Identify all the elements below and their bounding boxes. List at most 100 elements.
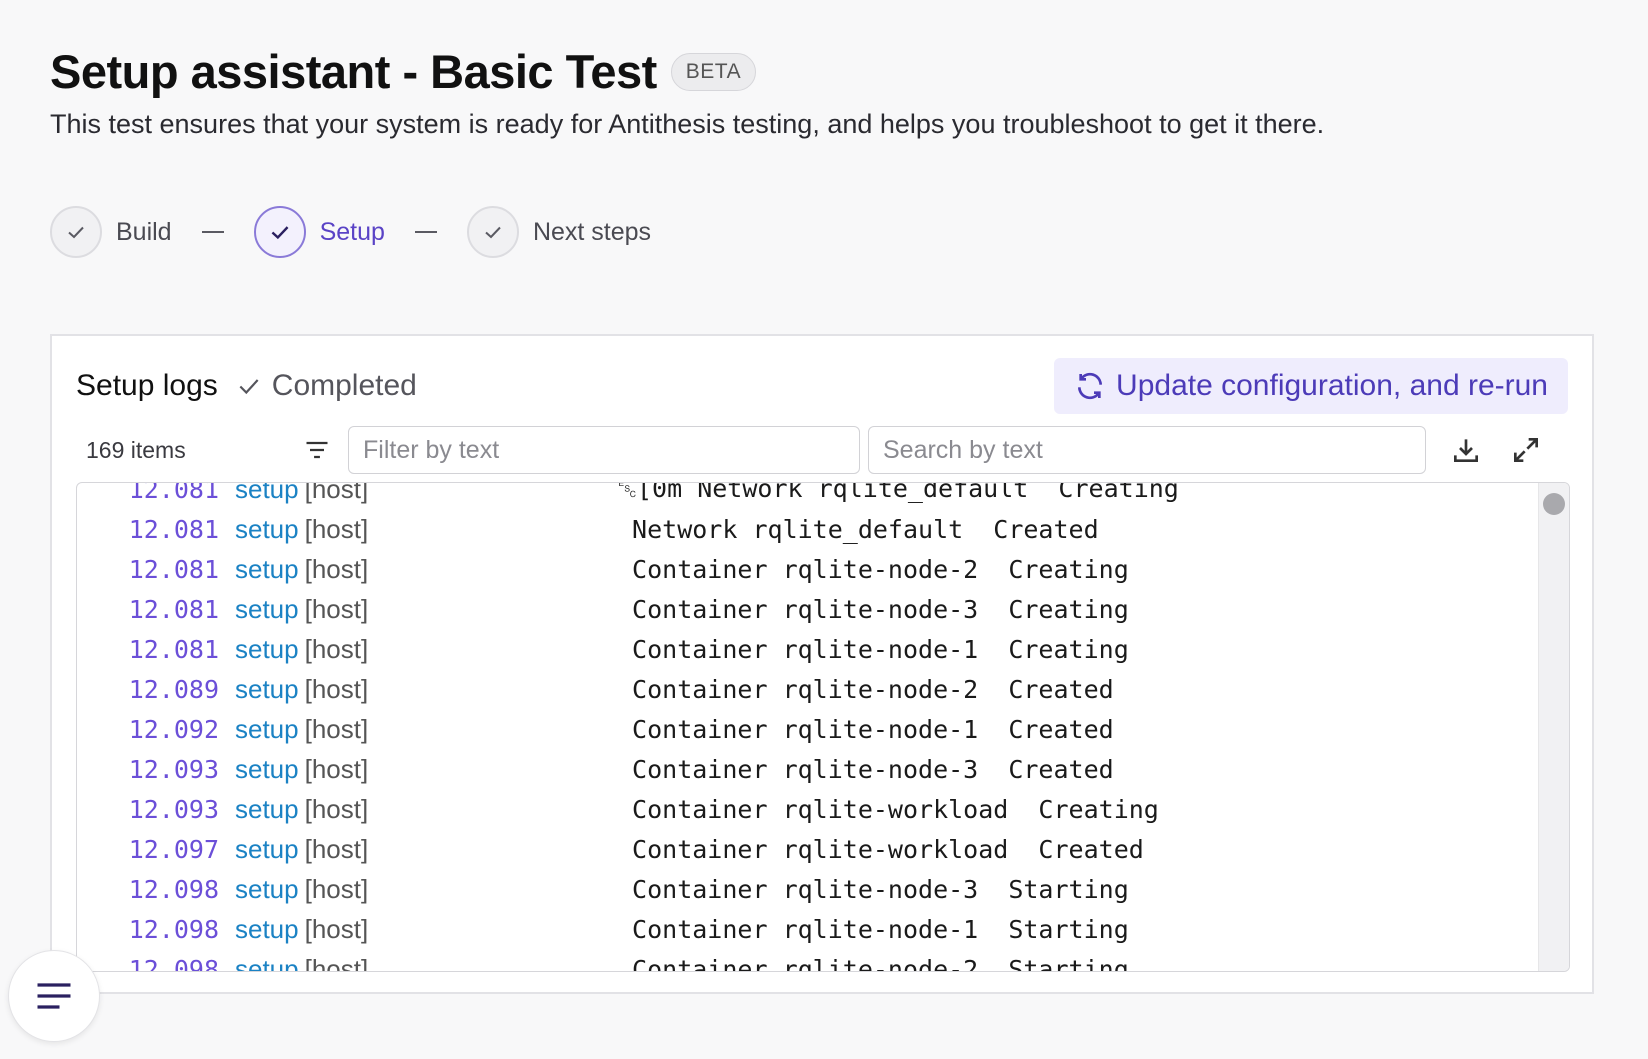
log-tag: [host] <box>304 913 369 944</box>
log-timestamp: 12.098 <box>128 954 219 972</box>
step-label: Next steps <box>532 217 652 246</box>
scroll-thumb[interactable] <box>1543 493 1565 515</box>
panel-title: Setup logs <box>76 369 218 402</box>
page-subtitle: This test ensures that your system is re… <box>50 109 1325 139</box>
log-source: setup <box>235 833 299 864</box>
log-message: Container rqlite-node-2 Starting <box>617 954 1129 972</box>
check-icon <box>271 226 289 240</box>
log-timestamp: 12.097 <box>128 834 219 864</box>
log-source: setup <box>235 793 299 824</box>
item-count: 169 items <box>86 436 186 463</box>
filter-lines-icon[interactable] <box>302 435 332 465</box>
scrollbar[interactable] <box>1538 483 1569 971</box>
page-title: Setup assistant - Basic Test <box>50 45 657 98</box>
log-viewer[interactable]: 12.081 setup [host] ␛[0m Network rqlite_def… <box>76 482 1570 972</box>
log-message: Container rqlite-node-1 Creating <box>617 634 1129 664</box>
log-timestamp: 12.098 <box>128 874 219 904</box>
step-circle <box>466 206 519 258</box>
step-next-steps[interactable]: Next steps <box>466 206 652 258</box>
log-timestamp: 12.098 <box>128 914 219 944</box>
step-circle <box>50 206 102 258</box>
log-source: setup <box>235 593 299 624</box>
rerun-label: Update configuration, and re-run <box>1116 369 1548 402</box>
log-tag: [host] <box>304 953 369 972</box>
refresh-icon <box>1078 372 1103 400</box>
log-timestamp: 12.089 <box>128 674 219 704</box>
stepper: Build Setup Next steps <box>50 206 651 258</box>
log-timestamp: 12.081 <box>128 594 219 624</box>
step-label: Build <box>116 217 172 246</box>
log-source: setup <box>235 953 299 972</box>
hamburger-icon <box>37 983 71 1009</box>
beta-badge: BETA <box>670 52 757 91</box>
step-circle <box>253 206 306 258</box>
log-row: 12.098 setup [host] Container rqlite-node-… <box>77 869 1537 909</box>
log-source: setup <box>235 482 299 504</box>
check-icon <box>68 226 84 239</box>
setup-logs-panel: Setup logs Completed Update configuratio… <box>50 334 1594 994</box>
step-setup[interactable]: Setup <box>253 206 385 258</box>
log-tag: [host] <box>304 673 369 704</box>
check-icon <box>485 226 501 239</box>
status-indicator: Completed <box>236 369 417 403</box>
log-tag: [host] <box>304 633 369 664</box>
log-source: setup <box>235 633 299 664</box>
log-row: 12.098 setup [host] Container rqlite-node-… <box>77 949 1537 972</box>
title-row: Setup assistant - Basic Test BETA <box>50 44 1570 99</box>
log-tag: [host] <box>304 482 369 504</box>
log-row: 12.093 setup [host] Container rqlite-workl… <box>77 789 1537 829</box>
log-tag: [host] <box>304 753 369 784</box>
log-row: 12.089 setup [host] Container rqlite-node-… <box>77 669 1537 709</box>
log-tag: [host] <box>304 833 369 864</box>
log-tag: [host] <box>304 793 369 824</box>
download-icon[interactable] <box>1446 430 1486 470</box>
log-timestamp: 12.093 <box>128 754 219 784</box>
log-toolbar: 169 items <box>76 426 1568 474</box>
step-label: Setup <box>319 217 385 246</box>
log-source: setup <box>235 873 299 904</box>
log-message: Container rqlite-node-3 Creating <box>617 594 1129 624</box>
log-rows: 12.081 setup [host] ␛[0m Network rqlite_def… <box>77 482 1537 972</box>
search-input[interactable] <box>868 426 1426 474</box>
log-message: Container rqlite-node-3 Created <box>617 754 1114 784</box>
log-timestamp: 12.092 <box>128 714 219 744</box>
log-message: Container rqlite-node-2 Created <box>617 674 1114 704</box>
page-header: Setup assistant - Basic Test BETA This t… <box>50 44 1570 140</box>
menu-button[interactable] <box>8 950 100 1042</box>
log-message: Container rqlite-node-2 Creating <box>617 554 1129 584</box>
log-row: 12.081 setup [host] ␛[0m Network rqlite_def… <box>77 482 1537 509</box>
log-timestamp: 12.081 <box>128 634 219 664</box>
log-tag: [host] <box>304 593 369 624</box>
log-row: 12.093 setup [host] Container rqlite-node-… <box>77 749 1537 789</box>
log-source: setup <box>235 753 299 784</box>
log-timestamp: 12.081 <box>128 482 219 504</box>
log-timestamp: 12.093 <box>128 794 219 824</box>
log-message: Container rqlite-workload Created <box>617 834 1144 864</box>
log-timestamp: 12.081 <box>128 554 219 584</box>
step-separator <box>201 231 224 233</box>
log-message: Container rqlite-workload Creating <box>617 794 1159 824</box>
log-row: 12.098 setup [host] Container rqlite-node-… <box>77 909 1537 949</box>
check-icon <box>236 373 262 399</box>
log-tag: [host] <box>304 553 369 584</box>
log-message: Network rqlite_default Created <box>617 514 1099 544</box>
step-build[interactable]: Build <box>50 206 172 258</box>
log-row: 12.097 setup [host] Container rqlite-workl… <box>77 829 1537 869</box>
expand-icon[interactable] <box>1506 430 1546 470</box>
status-text: Completed <box>271 369 417 402</box>
rerun-button[interactable]: Update configuration, and re-run <box>1054 358 1568 414</box>
log-row: 12.081 setup [host] Container rqlite-node-… <box>77 629 1537 669</box>
log-tag: [host] <box>304 713 369 744</box>
panel-header: Setup logs Completed Update configuratio… <box>76 358 1568 414</box>
step-separator <box>414 231 437 233</box>
log-row: 12.092 setup [host] Container rqlite-node-… <box>77 709 1537 749</box>
log-row: 12.081 setup [host] Container rqlite-node-… <box>77 589 1537 629</box>
filter-input[interactable] <box>348 426 860 474</box>
log-source: setup <box>235 513 299 544</box>
log-row: 12.081 setup [host] Network rqlite_default… <box>77 509 1537 549</box>
log-source: setup <box>235 713 299 744</box>
log-tag: [host] <box>304 513 369 544</box>
log-row: 12.081 setup [host] Container rqlite-node-… <box>77 549 1537 589</box>
log-message: Container rqlite-node-1 Starting <box>617 914 1129 944</box>
log-source: setup <box>235 553 299 584</box>
